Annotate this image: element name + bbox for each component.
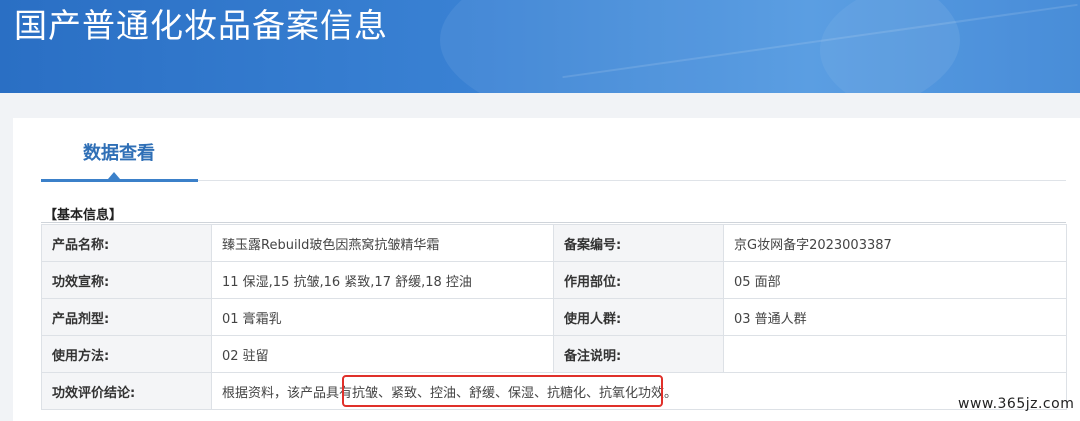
field-label: 产品名称:: [41, 224, 212, 262]
field-value: 02 驻留: [211, 335, 554, 373]
field-value: [723, 335, 1067, 373]
field-value: 01 膏霜乳: [211, 298, 554, 336]
field-label: 使用方法:: [41, 335, 212, 373]
field-value: 05 面部: [723, 261, 1067, 299]
highlight-annotation: [342, 375, 663, 407]
banner-decoration: [820, 0, 1080, 93]
field-label: 作用部位:: [553, 261, 724, 299]
field-value: 京G妆网备字2023003387: [723, 224, 1067, 262]
field-label: 功效宣称:: [41, 261, 212, 299]
tab-divider: [198, 180, 1066, 181]
tab-caret-icon: [108, 172, 120, 179]
field-value: 03 普通人群: [723, 298, 1067, 336]
table-row: 产品名称: 臻玉露Rebuild玻色因燕窝抗皱精华霜 备案编号: 京G妆网备字2…: [41, 224, 1067, 262]
field-label: 产品剂型:: [41, 298, 212, 336]
field-label: 功效评价结论:: [41, 372, 212, 410]
table-row: 产品剂型: 01 膏霜乳 使用人群: 03 普通人群: [41, 298, 1067, 336]
header-banner: 国产普通化妆品备案信息: [0, 0, 1080, 93]
field-value: 11 保湿,15 抗皱,16 紧致,17 舒缓,18 控油: [211, 261, 554, 299]
field-label: 备注说明:: [553, 335, 724, 373]
field-label: 使用人群:: [553, 298, 724, 336]
section-divider: [41, 222, 1066, 223]
active-tab-indicator: [41, 179, 198, 182]
section-title: 【基本信息】: [44, 208, 123, 223]
page-title: 国产普通化妆品备案信息: [14, 6, 388, 45]
watermark: www.365jz.com: [958, 396, 1075, 412]
field-label: 备案编号:: [553, 224, 724, 262]
table-row: 使用方法: 02 驻留 备注说明:: [41, 335, 1067, 373]
table-row: 功效宣称: 11 保湿,15 抗皱,16 紧致,17 舒缓,18 控油 作用部位…: [41, 261, 1067, 299]
field-value: 臻玉露Rebuild玻色因燕窝抗皱精华霜: [211, 224, 554, 262]
